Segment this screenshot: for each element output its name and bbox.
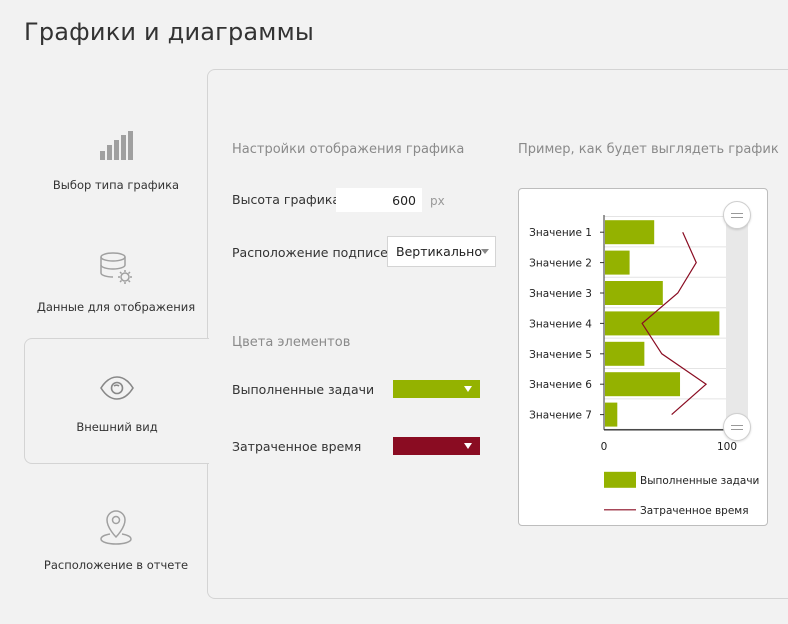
grip-icon [731,212,743,218]
height-input[interactable] [336,188,422,212]
preview-title: Пример, как будет выглядеть график [518,142,779,157]
labels-position-select[interactable]: Вертикально [387,236,496,267]
map-pin-icon [96,506,136,546]
height-unit: px [430,194,445,208]
legend-label-bars: Выполненные задачи [640,475,759,487]
labels-position-value: Вертикально [396,244,482,259]
category-label: Значение 2 [529,258,592,270]
category-label: Значение 1 [529,227,592,239]
chevron-down-icon [464,443,472,449]
completed-color-picker[interactable] [393,380,480,398]
nav-item-data[interactable]: Данные для отображения [24,218,208,344]
category-label: Значение 7 [529,410,592,422]
legend-label-line: Затраченное время [640,505,749,517]
category-label: Значение 4 [529,318,592,330]
completed-color-label: Выполненные задачи [232,382,375,397]
nav-label: Данные для отображения [36,300,196,314]
bar-chart-icon [96,126,136,166]
labels-position-label: Расположение подписей [232,245,396,260]
category-label: Значение 6 [529,379,592,391]
scroll-handle-bottom[interactable] [723,413,751,441]
bar [605,281,663,305]
nav-item-appearance[interactable]: Внешний вид [24,338,209,464]
x-tick-label: 100 [717,441,737,453]
database-settings-icon [96,248,136,288]
nav-item-chart-type[interactable]: Выбор типа графика [24,96,208,222]
legend-swatch-bars [604,471,636,488]
nav-label: Расположение в отчете [43,558,189,572]
settings-section-title: Настройки отображения графика [232,142,465,157]
chevron-down-icon [481,249,489,254]
nav-label: Выбор типа графика [52,178,180,192]
bar [605,402,618,427]
time-color-label: Затраченное время [232,439,362,454]
nav-item-location[interactable]: Расположение в отчете [24,476,208,602]
bar [605,341,645,366]
page-title: Графики и диаграммы [24,18,315,46]
x-tick-label: 0 [601,441,608,453]
chevron-down-icon [464,386,472,392]
nav-label: Внешний вид [76,420,158,434]
bar [605,250,630,275]
colors-section-title: Цвета элементов [232,335,351,350]
category-label: Значение 3 [529,288,592,300]
category-label: Значение 5 [529,349,592,361]
bar [605,220,655,245]
chart-scroll-track[interactable] [726,216,748,428]
bar [605,372,681,397]
eye-icon [97,368,137,408]
height-label: Высота графика [232,192,341,207]
grip-icon [731,424,743,430]
bar [605,311,720,336]
time-color-picker[interactable] [393,437,480,455]
scroll-handle-top[interactable] [723,201,751,229]
